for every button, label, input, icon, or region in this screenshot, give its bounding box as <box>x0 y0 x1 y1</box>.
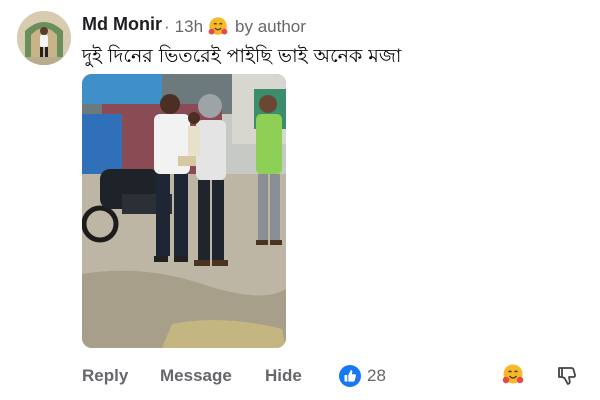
comment-separator: · <box>164 17 170 36</box>
comment-actions: Reply Message Hide 28 <box>0 363 600 391</box>
message-button[interactable]: Message <box>160 366 232 386</box>
comment-meta: · 13h by author <box>160 16 306 38</box>
comment-time[interactable]: 13h <box>175 17 203 37</box>
thumbs-up-icon <box>339 365 361 387</box>
hugging-emoji-icon <box>208 17 228 35</box>
avatar[interactable] <box>17 11 71 65</box>
like-count: 28 <box>367 366 386 385</box>
comment-photo[interactable] <box>82 74 286 348</box>
like-reaction-summary[interactable]: 28 <box>339 365 386 387</box>
comment-text: দুই দিনের ভিতরেই পাইছি ভাই অনেক মজা <box>82 45 402 67</box>
author-badge-label: by author <box>235 17 306 36</box>
hide-button[interactable]: Hide <box>265 366 302 386</box>
avatar-image <box>17 11 71 65</box>
photo-image <box>82 74 286 348</box>
thumbs-down-icon[interactable] <box>555 364 579 388</box>
reply-button[interactable]: Reply <box>82 366 128 386</box>
hugging-emoji-icon[interactable] <box>501 363 525 387</box>
comment-author[interactable]: Md Monir <box>82 14 162 35</box>
